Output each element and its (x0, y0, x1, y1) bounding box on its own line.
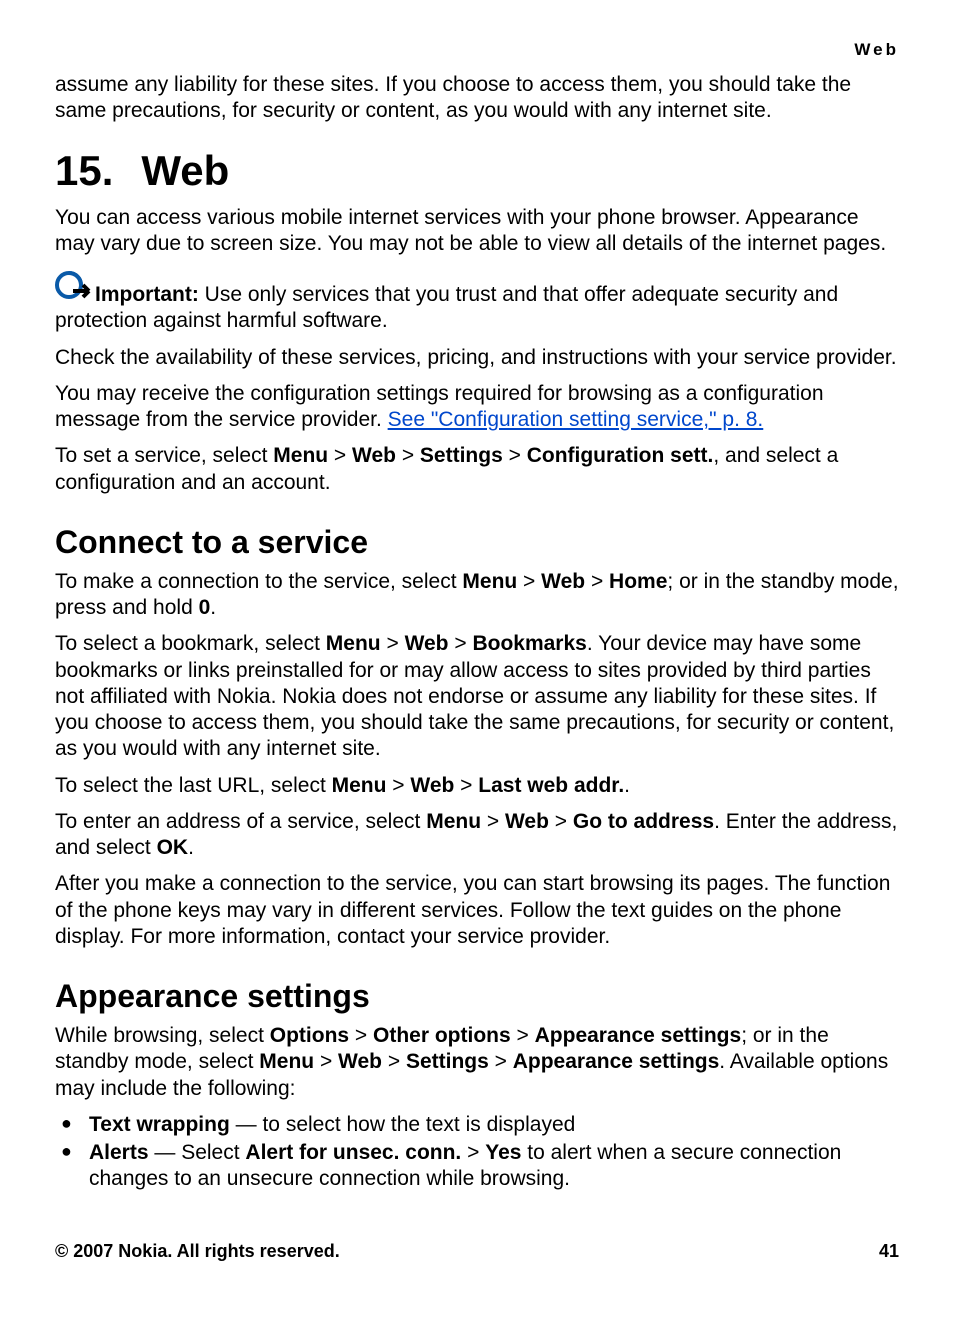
web-intro-paragraph: You can access various mobile internet s… (55, 205, 899, 258)
important-icon (55, 271, 93, 308)
config-message-paragraph: You may receive the configuration settin… (55, 381, 899, 434)
chapter-title: Web (141, 147, 229, 194)
bookmarks-paragraph: To select a bookmark, select Menu > Web … (55, 631, 899, 762)
enter-address-paragraph: To enter an address of a service, select… (55, 809, 899, 862)
set-service-paragraph: To set a service, select Menu > Web > Se… (55, 443, 899, 496)
chapter-number: 15. (55, 147, 113, 195)
page-number: 41 (879, 1241, 899, 1262)
connect-heading: Connect to a service (55, 524, 899, 561)
appearance-heading: Appearance settings (55, 978, 899, 1015)
list-item: Text wrapping — to select how the text i… (55, 1112, 899, 1138)
browsing-paragraph: After you make a connection to the servi… (55, 871, 899, 950)
important-label: Important: (95, 283, 199, 306)
availability-paragraph: Check the availability of these services… (55, 345, 899, 371)
page-footer: © 2007 Nokia. All rights reserved. 41 (55, 1241, 899, 1262)
config-service-link[interactable]: See "Configuration setting service," p. … (388, 408, 764, 431)
connect-home-paragraph: To make a connection to the service, sel… (55, 569, 899, 622)
intro-continuation-paragraph: assume any liability for these sites. If… (55, 72, 899, 125)
chapter-heading: 15. Web (55, 147, 899, 195)
important-note: Important: Use only services that you tr… (55, 271, 899, 335)
copyright-text: © 2007 Nokia. All rights reserved. (55, 1241, 340, 1261)
appearance-options-list: Text wrapping — to select how the text i… (55, 1112, 899, 1193)
running-header: Web (55, 40, 899, 60)
appearance-intro-paragraph: While browsing, select Options > Other o… (55, 1023, 899, 1102)
list-item: Alerts — Select Alert for unsec. conn. >… (55, 1140, 899, 1193)
last-url-paragraph: To select the last URL, select Menu > We… (55, 773, 899, 799)
